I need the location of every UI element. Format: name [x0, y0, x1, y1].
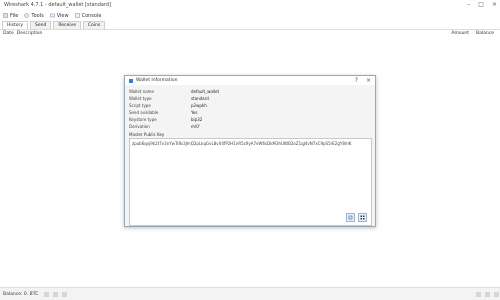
tab-bar: History Send Receive Coins	[0, 21, 500, 29]
info-value: default_wallet	[191, 89, 220, 94]
info-label: Derivation	[129, 124, 150, 129]
status-bar: Balance: 0. BTC	[0, 287, 500, 300]
dialog-titlebar: Wallet Information	[125, 76, 375, 85]
window-controls: – □ ×	[467, 1, 497, 8]
tab-receive-label: Receive	[58, 23, 76, 28]
wallet-info-dialog: Wallet Information ? × Wallet name defau…	[124, 75, 376, 227]
info-row: Keystore type bip32	[129, 116, 369, 123]
wallet-icon	[129, 78, 133, 83]
dialog-title: Wallet Information	[136, 78, 178, 83]
copy-icon[interactable]	[346, 213, 355, 222]
info-label: Wallet name	[129, 89, 155, 94]
column-date[interactable]: Date	[0, 31, 14, 36]
tab-send-label: Send	[35, 23, 47, 28]
network-icon[interactable]	[62, 291, 68, 297]
settings-icon[interactable]	[53, 291, 59, 297]
mpk-textbox[interactable]: zpub6qxj9k2t7v3nYwTr8s3JmQ2pLkqGvL8vX4fP…	[129, 138, 372, 226]
tools-icon	[24, 13, 30, 18]
status-tray	[476, 291, 500, 297]
mpk-actions	[346, 213, 367, 222]
column-amount[interactable]: Amount	[448, 31, 473, 36]
dialog-close-button[interactable]: ×	[366, 77, 371, 84]
info-row: Script type p2wpkh	[129, 102, 369, 109]
menu-console-label: Console	[81, 12, 102, 19]
minimize-button[interactable]: –	[467, 1, 470, 8]
lock-icon[interactable]	[44, 291, 50, 297]
maximize-button[interactable]: □	[478, 1, 484, 8]
menu-file-label: File	[10, 12, 19, 19]
tab-coins-label: Coins	[87, 23, 101, 28]
close-button[interactable]: ×	[492, 1, 497, 8]
menu-bar: File Tools View Console	[0, 11, 500, 20]
window-title: Wireshark 4.7.1 - default_wallet [standa…	[4, 2, 112, 8]
file-icon	[3, 13, 8, 18]
tray-icon	[494, 291, 499, 297]
status-icons	[44, 291, 68, 297]
column-balance[interactable]: Balance	[473, 31, 500, 36]
mpk-label: Master Public Key	[129, 132, 165, 137]
console-icon	[74, 13, 80, 18]
menu-file[interactable]: File	[3, 13, 18, 19]
info-value: standard	[191, 96, 209, 101]
menu-tools[interactable]: Tools	[24, 12, 44, 19]
tab-send[interactable]: Send	[30, 21, 52, 29]
info-value: bip32	[191, 117, 203, 122]
info-label: Script type	[129, 103, 151, 108]
qr-icon[interactable]	[358, 213, 367, 222]
info-label: Keystore type	[129, 117, 157, 122]
menu-view-label: View	[56, 12, 69, 19]
info-value: m/0'	[191, 124, 200, 129]
info-row: Wallet name default_wallet	[129, 88, 369, 95]
info-row: Wallet type standard	[129, 95, 369, 102]
tray-icon	[485, 291, 490, 297]
table-header: Date Description Amount Balance	[0, 30, 500, 37]
info-label: Wallet type	[129, 96, 152, 101]
menu-tools-label: Tools	[31, 12, 44, 19]
tab-history-label: History	[7, 23, 24, 28]
wallet-info-grid: Wallet name default_wallet Wallet type s…	[129, 88, 369, 130]
title-bar: Wireshark 4.7.1 - default_wallet [standa…	[0, 0, 500, 10]
tab-receive[interactable]: Receive	[53, 21, 81, 29]
tray-icon	[476, 291, 481, 297]
view-icon	[49, 13, 55, 18]
info-value: Yes	[191, 110, 198, 115]
info-value: p2wpkh	[191, 103, 207, 108]
mpk-value[interactable]: zpub6qxj9k2t7v3nYwTr8s3JmQ2pLkqGvL8vX4fP…	[132, 141, 351, 146]
dialog-controls: ? ×	[355, 77, 371, 84]
info-label: Seed available	[129, 110, 159, 115]
tab-coins[interactable]: Coins	[82, 21, 106, 29]
dialog-help-button[interactable]: ?	[355, 77, 358, 84]
tab-history[interactable]: History	[2, 21, 29, 29]
info-row: Seed available Yes	[129, 109, 369, 116]
info-row: Derivation m/0'	[129, 123, 369, 130]
menu-console[interactable]: Console	[74, 12, 102, 19]
status-balance: Balance: 0. BTC	[3, 291, 39, 297]
menu-view[interactable]: View	[49, 12, 69, 19]
column-description[interactable]: Description	[14, 31, 43, 36]
